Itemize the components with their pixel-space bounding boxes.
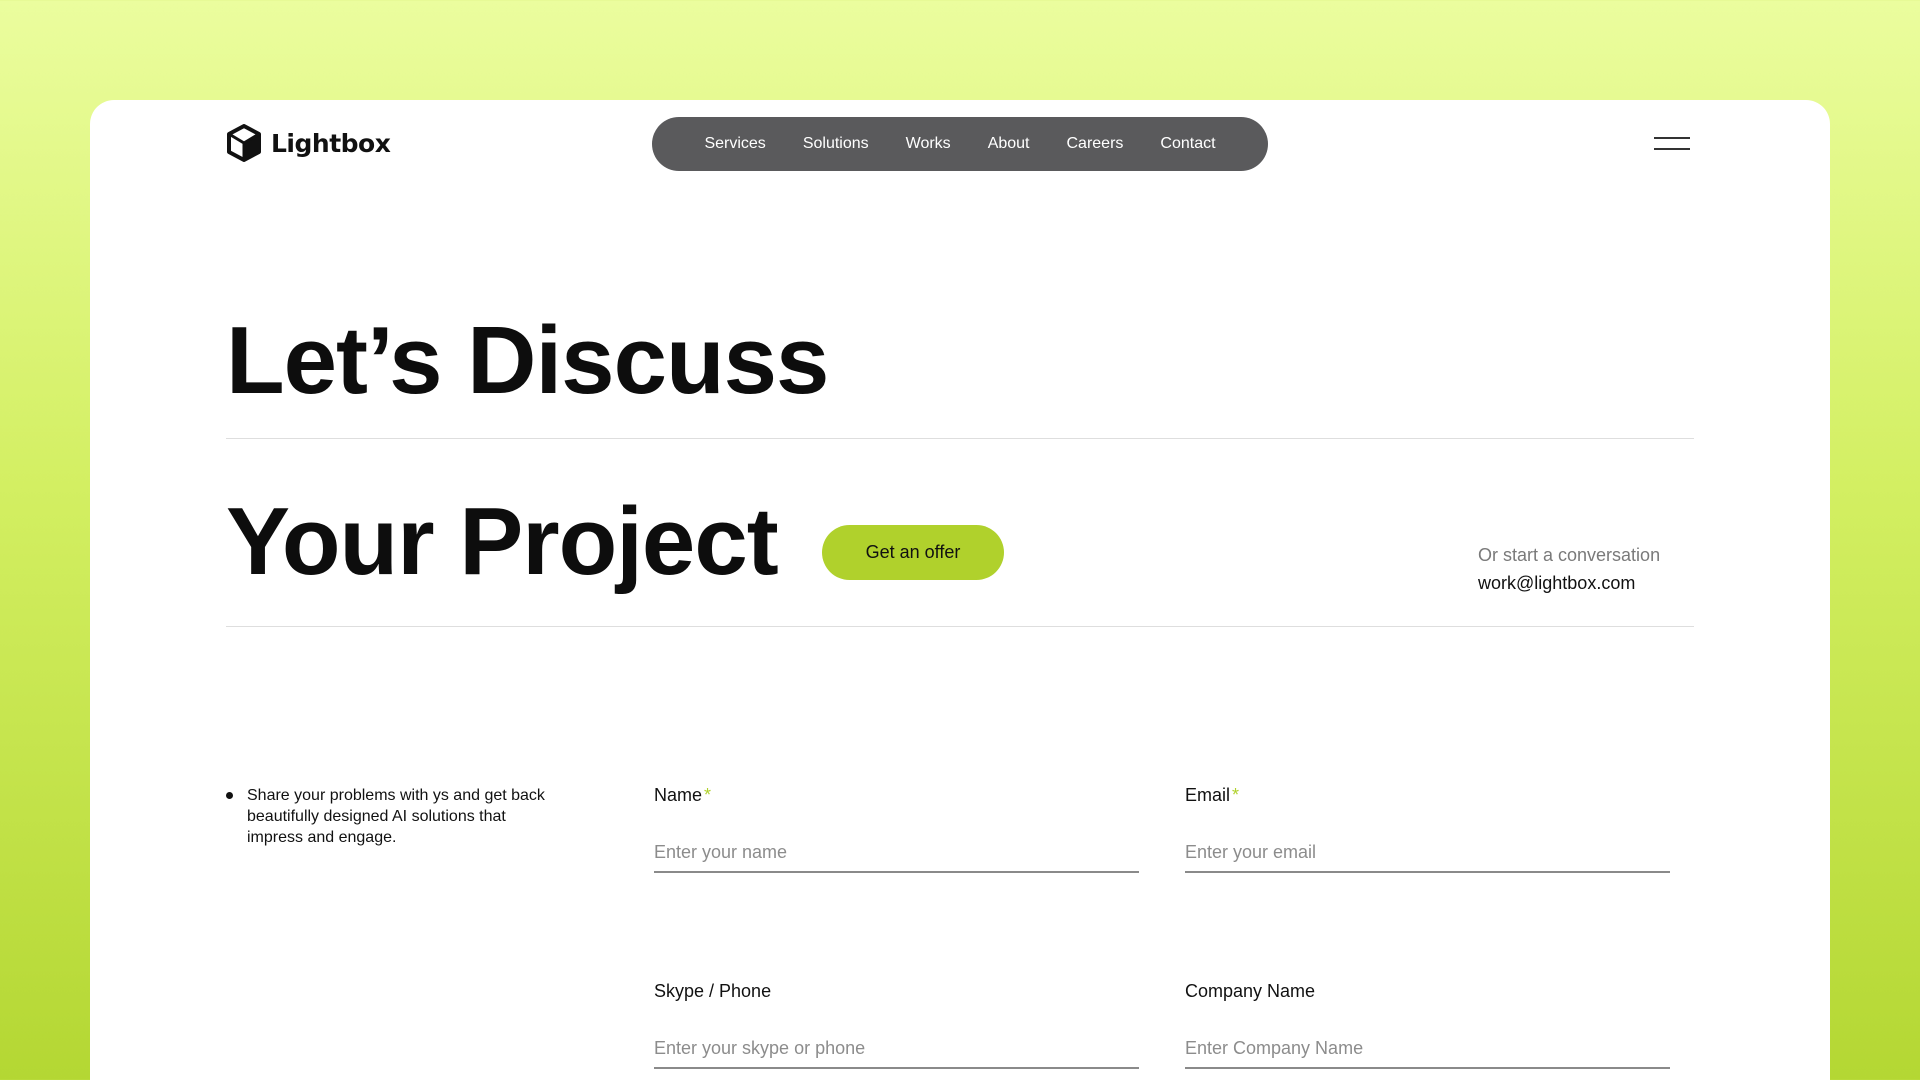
required-mark: * bbox=[1232, 785, 1240, 805]
intro-bullet: Share your problems with ys and get back… bbox=[226, 785, 556, 848]
email-input[interactable] bbox=[1185, 833, 1670, 873]
brand-logo[interactable]: Lightbox bbox=[226, 124, 391, 162]
intro-text: Share your problems with ys and get back… bbox=[247, 787, 545, 846]
company-name-field: Company Name bbox=[1185, 981, 1670, 1069]
contact-email-link[interactable]: work@lightbox.com bbox=[1478, 569, 1660, 597]
conversation-block: Or start a conversation work@lightbox.co… bbox=[1478, 541, 1660, 597]
nav-item-works[interactable]: Works bbox=[906, 135, 951, 153]
company-name-input[interactable] bbox=[1185, 1029, 1670, 1069]
main-nav: Services Solutions Works About Careers C… bbox=[652, 117, 1268, 171]
hamburger-line-top bbox=[1654, 137, 1690, 139]
page-card: Lightbox Services Solutions Works About … bbox=[90, 100, 1830, 1080]
conversation-label: Or start a conversation bbox=[1478, 545, 1661, 565]
name-label: Name * bbox=[654, 785, 1139, 806]
hamburger-menu-icon[interactable] bbox=[1654, 136, 1690, 152]
bullet-icon bbox=[226, 792, 233, 799]
name-field: Name * bbox=[654, 785, 1139, 873]
divider bbox=[226, 438, 1694, 439]
email-label: Email * bbox=[1185, 785, 1670, 806]
get-offer-button[interactable]: Get an offer bbox=[822, 525, 1004, 580]
skype-phone-input[interactable] bbox=[654, 1029, 1139, 1069]
nav-item-solutions[interactable]: Solutions bbox=[803, 135, 869, 153]
company-name-label: Company Name bbox=[1185, 981, 1316, 1001]
hamburger-line-bottom bbox=[1654, 148, 1690, 150]
skype-phone-label: Skype / Phone bbox=[654, 981, 772, 1001]
email-label-text: Email bbox=[1185, 785, 1231, 805]
name-label-text: Name bbox=[654, 785, 703, 805]
hero-title-line2: Your Project bbox=[226, 488, 779, 595]
required-mark: * bbox=[704, 785, 712, 805]
nav-item-services[interactable]: Services bbox=[704, 135, 765, 153]
email-field: Email * bbox=[1185, 785, 1670, 873]
nav-item-contact[interactable]: Contact bbox=[1160, 135, 1215, 153]
name-input[interactable] bbox=[654, 833, 1139, 873]
nav-item-careers[interactable]: Careers bbox=[1067, 135, 1124, 153]
cube-icon bbox=[227, 124, 261, 162]
divider bbox=[226, 626, 1694, 627]
hero-title-line1: Let’s Discuss bbox=[226, 307, 829, 414]
skype-phone-field: Skype / Phone bbox=[654, 981, 1139, 1069]
brand-name: Lightbox bbox=[271, 128, 391, 158]
nav-item-about[interactable]: About bbox=[988, 135, 1030, 153]
